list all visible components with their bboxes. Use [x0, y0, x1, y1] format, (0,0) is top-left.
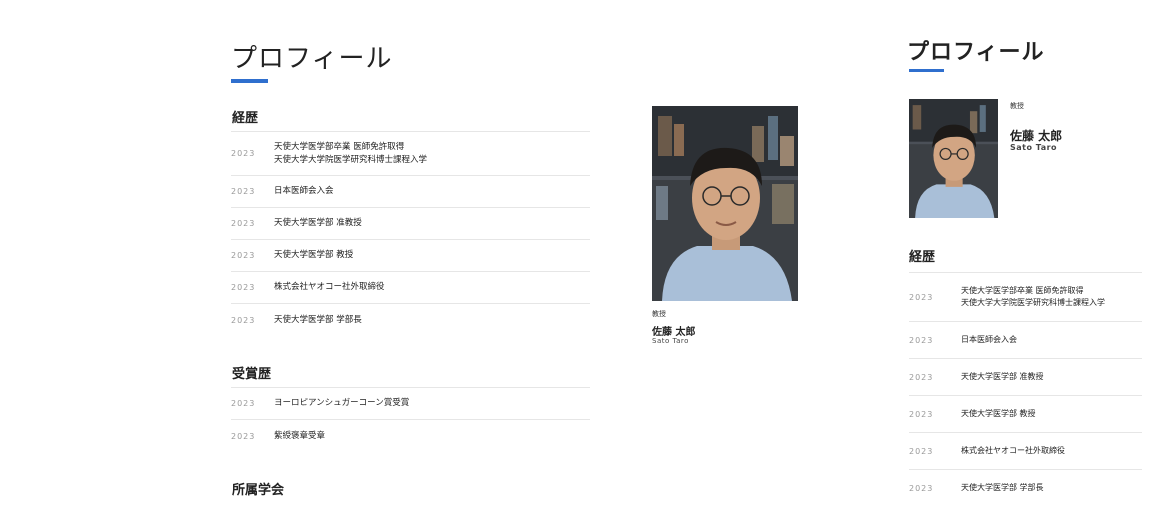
- list-item-line: 天使大学医学部卒業 医師免許取得: [274, 141, 405, 152]
- list-item-year: 2023: [231, 431, 256, 441]
- mobile-person-name-en: Sato Taro: [1010, 143, 1058, 152]
- list-item-text: 株式会社ヤオコー社外取締役: [274, 282, 385, 292]
- list-item-year: 2023: [909, 372, 934, 382]
- list-item-year: 2023: [909, 446, 934, 456]
- list-item-line: 天使大学大学院医学研究科博士課程入学: [961, 298, 1105, 307]
- list-item: 2023 天使大学医学部 学部長: [231, 304, 590, 336]
- list-item-year: 2023: [231, 399, 256, 408]
- list-item-text: 紫綬褒章受章: [274, 430, 326, 441]
- list-item-text: 株式会社ヤオコー社外取締役: [961, 446, 1065, 455]
- list-item: 2023 日本医師会入会: [231, 176, 590, 208]
- list-item-year: 2023: [231, 187, 256, 196]
- profile-photo: [652, 106, 798, 301]
- list-item-year: 2023: [909, 483, 934, 493]
- list-item-text: 日本医師会入会: [961, 335, 1017, 344]
- list-item-text: ヨーロピアンシュガーコーン賞受賞: [274, 398, 410, 408]
- mobile-career-heading: 経歴: [909, 250, 936, 265]
- list-item-year: 2023: [909, 292, 934, 302]
- person-name-jp: 佐藤 太郎: [652, 327, 696, 338]
- list-item: 2023 天使大学医学部 准教授: [909, 359, 1142, 396]
- career-heading: 経歴: [232, 111, 259, 126]
- list-item: 2023 ヨーロピアンシュガーコーン賞受賞: [231, 387, 590, 420]
- title-underline: [231, 79, 268, 83]
- awards-heading: 受賞歴: [232, 367, 272, 382]
- list-item-text: 天使大学医学部 准教授: [961, 372, 1044, 381]
- list-item: 2023 日本医師会入会: [909, 322, 1142, 359]
- list-item-text: 天使大学医学部 准教授: [274, 218, 362, 228]
- mobile-page-title: プロフィール: [907, 40, 1045, 65]
- list-item-text: 天使大学医学部 教授: [274, 250, 354, 260]
- list-item-year: 2023: [231, 149, 256, 158]
- mobile-career-list: 2023 天使大学医学部卒業 医師免許取得 天使大学大学院医学研究科博士課程入学…: [909, 272, 1142, 506]
- list-item: 2023 株式会社ヤオコー社外取締役: [231, 272, 590, 304]
- list-item-text: 天使大学医学部 学部長: [274, 314, 362, 325]
- list-item: 2023 株式会社ヤオコー社外取締役: [909, 433, 1142, 470]
- list-item: 2023 天使大学医学部 准教授: [231, 208, 590, 240]
- awards-list: 2023 ヨーロピアンシュガーコーン賞受賞 2023 紫綬褒章受章: [231, 387, 590, 452]
- list-item-year: 2023: [231, 315, 256, 325]
- list-item: 2023 天使大学医学部 教授: [909, 396, 1142, 433]
- list-item-text: 天使大学医学部 学部長: [961, 483, 1044, 492]
- person-role: 教授: [652, 310, 666, 318]
- list-item-line: 天使大学医学部卒業 医師免許取得: [961, 286, 1084, 295]
- list-item-year: 2023: [231, 219, 256, 228]
- list-item: 2023 天使大学医学部卒業 医師免許取得 天使大学大学院医学研究科博士課程入学: [231, 131, 590, 176]
- mobile-profile-photo: [909, 99, 998, 218]
- list-item: 2023 天使大学医学部 教授: [231, 240, 590, 272]
- page-title: プロフィール: [231, 44, 393, 74]
- list-item-line: 天使大学大学院医学研究科博士課程入学: [274, 154, 428, 165]
- mobile-person-name-jp: 佐藤 太郎: [1010, 129, 1063, 143]
- list-item: 2023 天使大学医学部卒業 医師免許取得 天使大学大学院医学研究科博士課程入学: [909, 272, 1142, 322]
- societies-heading: 所属学会: [232, 483, 285, 498]
- list-item-year: 2023: [909, 409, 934, 419]
- list-item: 2023 紫綬褒章受章: [231, 420, 590, 452]
- list-item-year: 2023: [231, 251, 256, 260]
- mobile-person-role: 教授: [1010, 102, 1024, 110]
- list-item-text: 日本医師会入会: [274, 186, 334, 196]
- list-item-text: 天使大学医学部卒業 医師免許取得 天使大学大学院医学研究科博士課程入学: [274, 141, 427, 167]
- mobile-title-underline: [909, 69, 944, 72]
- list-item-text: 天使大学医学部 教授: [961, 409, 1036, 418]
- list-item-year: 2023: [231, 283, 256, 292]
- career-list: 2023 天使大学医学部卒業 医師免許取得 天使大学大学院医学研究科博士課程入学…: [231, 131, 590, 336]
- list-item-text: 天使大学医学部卒業 医師免許取得 天使大学大学院医学研究科博士課程入学: [961, 285, 1105, 309]
- list-item-year: 2023: [909, 335, 934, 345]
- person-name-en: Sato Taro: [652, 337, 689, 345]
- list-item: 2023 天使大学医学部 学部長: [909, 470, 1142, 506]
